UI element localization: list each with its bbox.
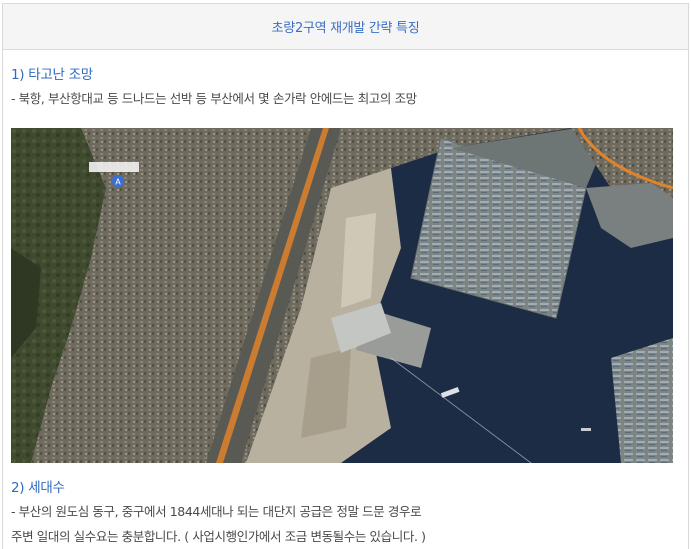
panel-title: 초량2구역 재개발 간략 특징 (271, 21, 420, 36)
section-text-units-1: - 부산의 원도심 동구, 중구에서 1844세대나 되는 대단지 공급은 정말… (11, 504, 422, 519)
panel-header: 초량2구역 재개발 간략 특징 (3, 4, 688, 50)
section-heading-view: 1) 타고난 조망 (11, 67, 93, 83)
right-terminal (611, 338, 673, 463)
marker-letter: A (115, 178, 121, 187)
aerial-map-image: A (11, 128, 673, 463)
section-text-view: - 북항, 부산항대교 등 드나드는 선박 등 부산에서 몇 손가락 안에드는 … (11, 91, 417, 106)
section-text-units-2: 주변 일대의 실수요는 충분합니다. ( 사업시행인가에서 조금 변동될수는 있… (11, 529, 426, 544)
section-heading-units: 2) 세대수 (11, 480, 65, 496)
map-label-box (89, 162, 139, 172)
